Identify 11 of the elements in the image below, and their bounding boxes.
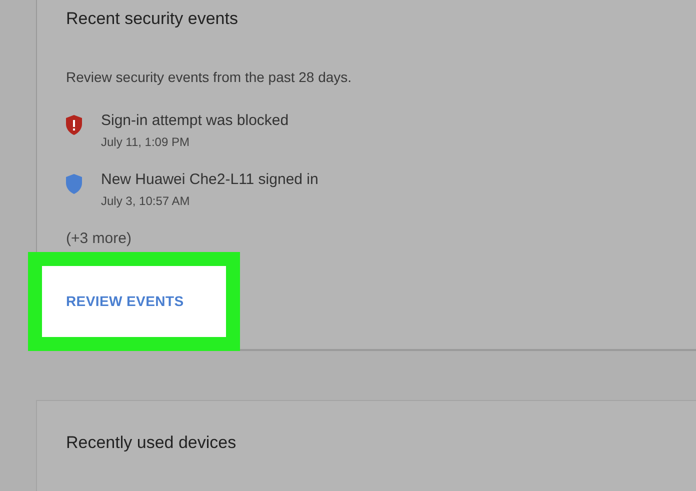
event-title: New Huawei Che2-L11 signed in <box>101 171 318 189</box>
event-time: July 11, 1:09 PM <box>101 134 190 151</box>
more-events-text: (+3 more) <box>66 229 132 249</box>
shield-icon <box>64 173 84 195</box>
card-title: Recent security events <box>66 8 239 30</box>
review-events-button[interactable]: REVIEW EVENTS <box>66 291 184 312</box>
shield-alert-icon <box>64 114 84 136</box>
event-time: July 3, 10:57 AM <box>101 193 191 210</box>
card-description: Review security events from the past 28 days. <box>66 68 353 87</box>
card-title: Recently used devices <box>66 432 236 454</box>
event-title: Sign-in attempt was blocked <box>101 112 289 130</box>
